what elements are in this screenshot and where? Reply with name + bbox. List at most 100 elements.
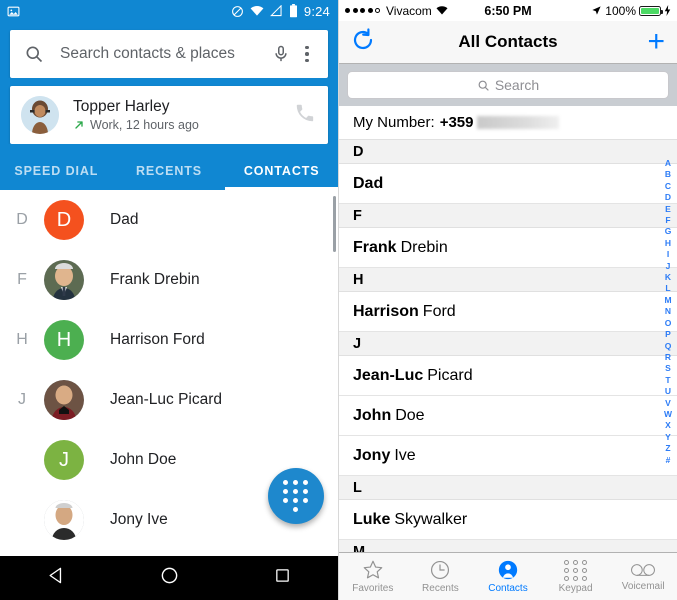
recent-contact-card[interactable]: Topper Harley Work, 12 hours ago bbox=[10, 86, 328, 144]
ios-status-bar: Vivacom 6:50 PM 100% bbox=[339, 0, 677, 21]
scrollbar-thumb[interactable] bbox=[333, 196, 336, 252]
section-letter: D bbox=[16, 211, 28, 228]
index-letter[interactable]: U bbox=[665, 386, 671, 397]
index-letter[interactable]: I bbox=[667, 249, 669, 260]
avatar-photo bbox=[44, 500, 84, 540]
contact-row[interactable]: Jony Ive bbox=[339, 436, 677, 476]
contact-row[interactable]: Luke Skywalker bbox=[339, 500, 677, 540]
my-number-label: My Number: bbox=[353, 114, 435, 131]
ios-tab-bar: Favorites Recents Contacts Keypad Voicem… bbox=[339, 552, 677, 600]
index-letter[interactable]: P bbox=[665, 329, 671, 340]
index-letter[interactable]: G bbox=[665, 226, 672, 237]
contact-list-item[interactable]: H H Harrison Ford bbox=[0, 310, 338, 370]
contact-list-item[interactable]: F Frank Drebin bbox=[0, 250, 338, 310]
contact-list-item[interactable]: J Jean-Luc Picard bbox=[0, 370, 338, 430]
index-letter[interactable]: C bbox=[665, 181, 671, 192]
section-letter: H bbox=[16, 331, 28, 348]
index-letter[interactable]: J bbox=[666, 261, 671, 272]
android-navigation-bar bbox=[0, 556, 338, 600]
avatar-letter: D bbox=[56, 208, 72, 231]
section-header: D bbox=[339, 140, 677, 164]
home-circle-icon[interactable] bbox=[160, 566, 179, 590]
index-letter[interactable]: M bbox=[664, 295, 671, 306]
section-header: L bbox=[339, 476, 677, 500]
tab-label: Recents bbox=[422, 583, 459, 594]
index-letter[interactable]: R bbox=[665, 352, 671, 363]
tab-favorites[interactable]: Favorites bbox=[339, 553, 407, 600]
index-letter[interactable]: S bbox=[665, 363, 671, 374]
contact-name: Jony Ive bbox=[110, 511, 168, 528]
section-header: H bbox=[339, 268, 677, 292]
dual-phone-comparison: 9:24 Search contacts & places Topper Har… bbox=[0, 0, 677, 600]
tab-contacts[interactable]: CONTACTS bbox=[225, 152, 338, 190]
phone-icon[interactable] bbox=[294, 102, 316, 129]
contact-row[interactable]: Harrison Ford bbox=[339, 292, 677, 332]
avatar-initial: J bbox=[44, 440, 84, 480]
voicemail-icon bbox=[631, 564, 656, 576]
last-name: Ive bbox=[394, 446, 416, 464]
index-letter[interactable]: Q bbox=[665, 341, 672, 352]
my-number-prefix: +359 bbox=[439, 114, 474, 131]
tab-keypad[interactable]: Keypad bbox=[542, 553, 610, 600]
avatar bbox=[21, 96, 59, 134]
tab-speed-dial[interactable]: SPEED DIAL bbox=[0, 152, 113, 190]
index-letter[interactable]: H bbox=[665, 238, 671, 249]
section-header: J bbox=[339, 332, 677, 356]
contact-list-item[interactable]: D D Dad bbox=[0, 190, 338, 250]
overflow-menu-icon[interactable] bbox=[296, 42, 318, 67]
avatar-photo bbox=[44, 380, 84, 420]
contact-row[interactable]: Frank Drebin bbox=[339, 228, 677, 268]
contact-row[interactable]: Dad bbox=[339, 164, 677, 204]
index-letter[interactable]: O bbox=[665, 318, 672, 329]
microphone-icon[interactable] bbox=[272, 45, 290, 63]
back-triangle-icon[interactable] bbox=[47, 566, 66, 590]
recents-square-icon[interactable] bbox=[274, 567, 291, 589]
index-letter[interactable]: Y bbox=[665, 432, 671, 443]
index-letter[interactable]: T bbox=[665, 375, 670, 386]
lightning-bolt-icon bbox=[664, 5, 671, 16]
index-letter[interactable]: L bbox=[665, 283, 670, 294]
star-icon bbox=[363, 560, 383, 579]
index-letter[interactable]: F bbox=[665, 215, 670, 226]
tab-voicemail[interactable]: Voicemail bbox=[609, 553, 677, 600]
android-contact-list[interactable]: D D Dad F Frank Drebin H H Harrison Ford… bbox=[0, 190, 338, 556]
alphabet-index[interactable]: A B C D E F G H I J K L M N O P Q R S T U V W X Y Z # bbox=[661, 158, 675, 466]
index-letter[interactable]: W bbox=[664, 409, 672, 420]
plus-icon[interactable]: + bbox=[647, 27, 665, 57]
contact-row[interactable]: John Doe bbox=[339, 396, 677, 436]
refresh-icon[interactable] bbox=[351, 27, 375, 57]
section-header: M bbox=[339, 540, 677, 552]
index-letter[interactable]: X bbox=[665, 420, 671, 431]
first-name: Jean-Luc bbox=[353, 366, 424, 384]
index-letter[interactable]: K bbox=[665, 272, 671, 283]
index-letter[interactable]: D bbox=[665, 192, 671, 203]
section-header: F bbox=[339, 204, 677, 228]
android-phone-panel: 9:24 Search contacts & places Topper Har… bbox=[0, 0, 338, 600]
android-search-bar[interactable]: Search contacts & places bbox=[10, 30, 328, 78]
wifi-icon bbox=[250, 6, 264, 16]
index-letter[interactable]: N bbox=[665, 306, 671, 317]
battery-icon bbox=[639, 5, 663, 16]
carrier-name: Vivacom bbox=[386, 3, 432, 18]
index-letter[interactable]: V bbox=[665, 398, 671, 409]
dialpad-fab-button[interactable] bbox=[268, 468, 324, 524]
index-letter[interactable]: Z bbox=[665, 443, 670, 454]
first-name: Dad bbox=[353, 174, 384, 192]
search-input-placeholder[interactable]: Search contacts & places bbox=[60, 45, 272, 63]
contact-row[interactable]: Jean-Luc Picard bbox=[339, 356, 677, 396]
outgoing-call-arrow-icon bbox=[75, 121, 83, 129]
index-letter[interactable]: # bbox=[666, 455, 671, 466]
last-name: Ford bbox=[422, 302, 456, 320]
search-input[interactable]: Search bbox=[347, 71, 669, 99]
tab-recents[interactable]: RECENTS bbox=[113, 152, 226, 190]
ios-contact-list[interactable]: My Number: +359 D Dad F Frank Drebin H H… bbox=[339, 106, 677, 552]
tab-contacts[interactable]: Contacts bbox=[474, 553, 542, 600]
index-letter[interactable]: E bbox=[665, 204, 671, 215]
tab-recents[interactable]: Recents bbox=[407, 553, 475, 600]
index-letter[interactable]: B bbox=[665, 169, 671, 180]
search-icon bbox=[478, 80, 489, 91]
last-name: Picard bbox=[427, 366, 473, 384]
last-name: Skywalker bbox=[394, 510, 468, 528]
index-letter[interactable]: A bbox=[665, 158, 671, 169]
tab-label: Voicemail bbox=[621, 581, 665, 592]
